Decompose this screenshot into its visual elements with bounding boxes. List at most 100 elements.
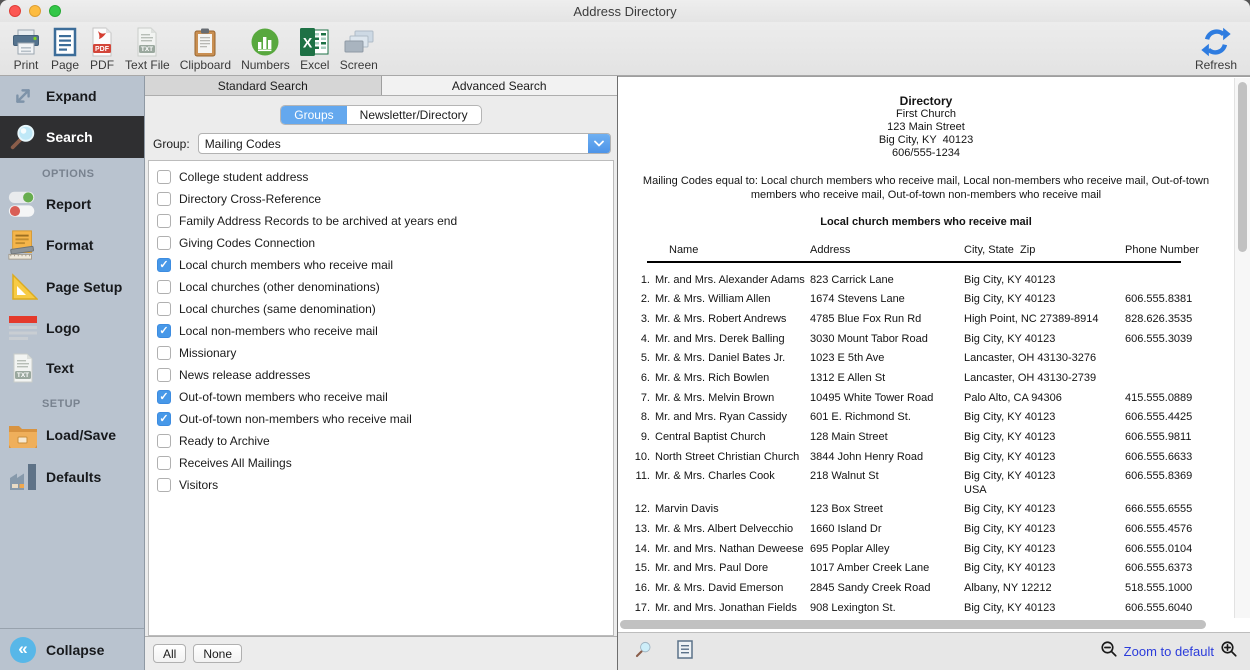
checkbox[interactable]: [157, 170, 171, 184]
checkbox-row[interactable]: Local non-members who receive mail: [149, 320, 613, 342]
text-file-button[interactable]: TXT Text File: [120, 24, 175, 73]
checkbox-row[interactable]: Local church members who receive mail: [149, 254, 613, 276]
row-address: 3030 Mount Tabor Road: [810, 333, 964, 346]
checkbox-row[interactable]: Receives All Mailings: [149, 452, 613, 474]
pdf-button[interactable]: PDF PDF: [84, 24, 120, 73]
checkbox-row[interactable]: Directory Cross-Reference: [149, 188, 613, 210]
sidebar-item-collapse[interactable]: « Collapse: [0, 628, 144, 670]
preview-document-icon[interactable]: [677, 640, 693, 664]
row-name: Mr. & Mrs. Charles Cook: [655, 470, 810, 497]
excel-button[interactable]: X Excel: [295, 24, 335, 73]
checkbox[interactable]: [157, 192, 171, 206]
checkbox-row[interactable]: Out-of-town members who receive mail: [149, 386, 613, 408]
sidebar-item-expand[interactable]: Expand: [0, 76, 144, 116]
zoom-out-icon[interactable]: [1100, 640, 1118, 663]
row-name: Mr. & Mrs. Melvin Brown: [655, 392, 810, 405]
segment-groups[interactable]: Groups: [281, 106, 346, 124]
checkbox-row[interactable]: Family Address Records to be archived at…: [149, 210, 613, 232]
row-city: Big City, KY 40123: [964, 543, 1125, 556]
sidebar-item-page-setup[interactable]: Page Setup: [0, 266, 144, 308]
checkbox-row[interactable]: Local churches (same denomination): [149, 298, 613, 320]
checkbox[interactable]: [157, 478, 171, 492]
sidebar-item-text[interactable]: TXT Text: [0, 348, 144, 388]
checkbox[interactable]: [157, 412, 171, 426]
row-number: 6.: [627, 372, 655, 385]
checkbox-label: Local churches (same denomination): [179, 302, 376, 316]
segment-newsletter-directory[interactable]: Newsletter/Directory: [347, 106, 481, 124]
app-window: Address Directory Print Page PDF PDF: [0, 0, 1250, 670]
print-button[interactable]: Print: [6, 24, 46, 73]
checkbox[interactable]: [157, 456, 171, 470]
toggles-icon: [0, 189, 46, 219]
checkbox[interactable]: [157, 434, 171, 448]
checkbox[interactable]: [157, 324, 171, 338]
row-name: Mr. and Mrs. Derek Balling: [655, 333, 810, 346]
section-title: Local church members who receive mail: [619, 216, 1233, 228]
checkbox-row[interactable]: Missionary: [149, 342, 613, 364]
row-name: Central Baptist Church: [655, 431, 810, 444]
church-phone: 606/555-1234: [619, 147, 1233, 160]
checkbox[interactable]: [157, 302, 171, 316]
church-city: Big City, KY 40123: [619, 134, 1233, 147]
checkbox-row[interactable]: Giving Codes Connection: [149, 232, 613, 254]
row-number: 9.: [627, 431, 655, 444]
tab-standard-search[interactable]: Standard Search: [145, 76, 381, 95]
checkbox[interactable]: [157, 280, 171, 294]
row-number: 16.: [627, 582, 655, 595]
horizontal-scroll-thumb[interactable]: [620, 620, 1206, 629]
checkbox[interactable]: [157, 368, 171, 382]
tab-advanced-search[interactable]: Advanced Search: [381, 76, 618, 95]
row-name: Mr. & Mrs. Albert Delvecchio: [655, 523, 810, 536]
table-row: 15. Mr. and Mrs. Paul Dore 1017 Amber Cr…: [627, 559, 1209, 579]
row-phone: 828.626.3535: [1125, 313, 1209, 326]
row-number: 5.: [627, 352, 655, 365]
table-row: 2. Mr. & Mrs. William Allen 1674 Stevens…: [627, 290, 1209, 310]
none-button[interactable]: None: [193, 644, 242, 663]
vertical-scroll-thumb[interactable]: [1238, 82, 1247, 252]
checkbox[interactable]: [157, 390, 171, 404]
sidebar-item-search[interactable]: Search: [0, 116, 144, 158]
row-phone: 606.555.8381: [1125, 293, 1209, 306]
col-address: Address: [810, 244, 964, 257]
vertical-scrollbar[interactable]: [1234, 78, 1250, 618]
row-number: 15.: [627, 562, 655, 575]
checkbox-row[interactable]: News release addresses: [149, 364, 613, 386]
checkbox-label: College student address: [179, 170, 308, 184]
checkbox-row[interactable]: Ready to Archive: [149, 430, 613, 452]
group-dropdown[interactable]: Mailing Codes: [198, 133, 611, 154]
sidebar-item-logo[interactable]: Logo: [0, 308, 144, 348]
zoom-in-icon[interactable]: [1220, 640, 1238, 663]
checkbox-row[interactable]: College student address: [149, 166, 613, 188]
page-button[interactable]: Page: [46, 24, 84, 73]
numbers-button[interactable]: Numbers: [236, 24, 295, 73]
chevron-down-icon[interactable]: [588, 134, 610, 153]
sidebar-item-defaults[interactable]: Defaults: [0, 456, 144, 498]
horizontal-scrollbar[interactable]: [620, 620, 1230, 630]
checkbox[interactable]: [157, 214, 171, 228]
numbers-chart-icon: [250, 25, 280, 59]
row-phone: 606.555.9811: [1125, 431, 1209, 444]
checkbox-row[interactable]: Out-of-town non-members who receive mail: [149, 408, 613, 430]
checkbox[interactable]: [157, 236, 171, 250]
clipboard-button[interactable]: Clipboard: [175, 24, 236, 73]
zoom-to-default-link[interactable]: Zoom to default: [1124, 644, 1214, 659]
row-city: Big City, KY 40123 USA: [964, 470, 1125, 497]
sidebar-item-load-save[interactable]: Load/Save: [0, 414, 144, 456]
checkbox[interactable]: [157, 258, 171, 272]
checkbox[interactable]: [157, 346, 171, 360]
sidebar-item-report[interactable]: Report: [0, 184, 144, 224]
all-button[interactable]: All: [153, 644, 186, 663]
preview-search-icon[interactable]: [634, 640, 653, 664]
sidebar-item-format[interactable]: Format: [0, 224, 144, 266]
row-number: 3.: [627, 313, 655, 326]
txt-file-icon: TXT: [134, 25, 160, 59]
table-row: 8. Mr. and Mrs. Ryan Cassidy 601 E. Rich…: [627, 408, 1209, 428]
screen-button[interactable]: Screen: [335, 24, 383, 73]
col-name: Name: [655, 244, 810, 257]
church-street: 123 Main Street: [619, 121, 1233, 134]
row-city: Big City, KY 40123: [964, 411, 1125, 424]
refresh-button[interactable]: Refresh: [1190, 24, 1242, 73]
checkbox-row[interactable]: Local churches (other denominations): [149, 276, 613, 298]
checkbox-row[interactable]: Visitors: [149, 474, 613, 496]
row-city: Big City, KY 40123: [964, 523, 1125, 536]
